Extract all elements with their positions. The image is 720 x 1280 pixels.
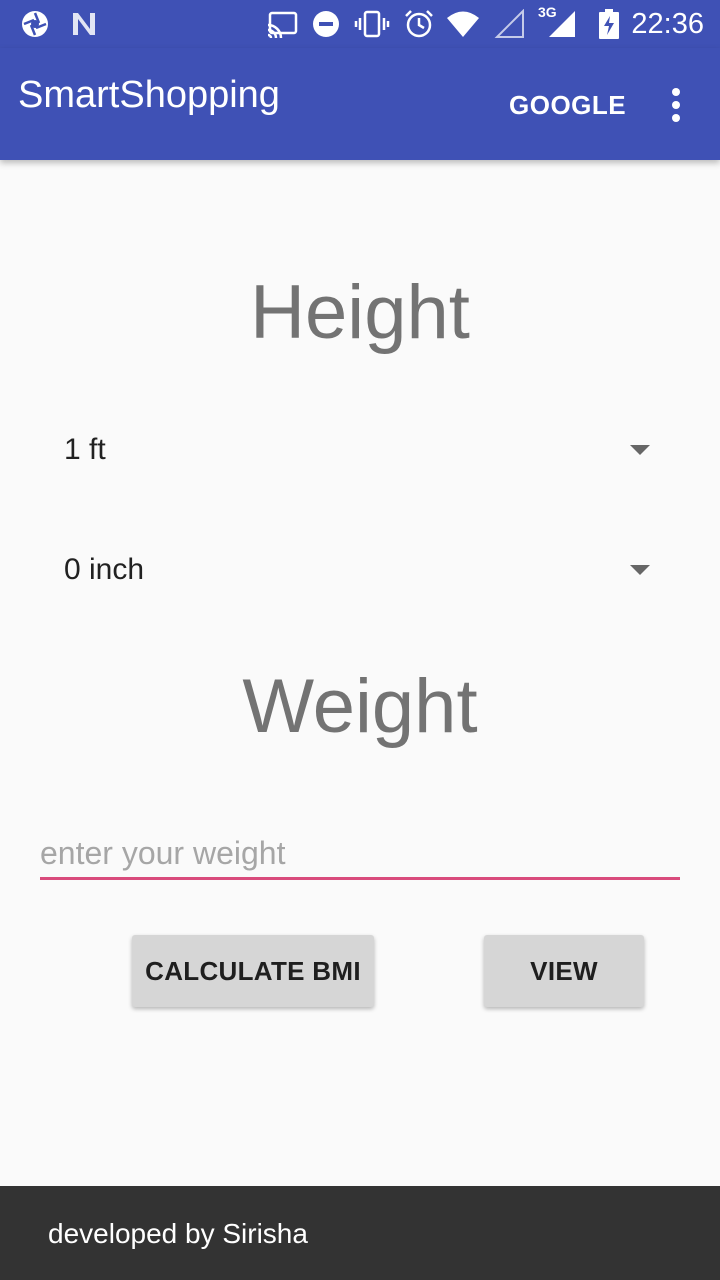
calculate-bmi-button[interactable]: CALCULATE BMI [132,935,374,1007]
aperture-icon [22,11,48,37]
footer: developed by Sirisha [0,1186,720,1280]
weight-title: Weight [242,664,478,749]
feet-spinner-value: 1 ft [64,433,106,466]
status-bar: 3G 22:36 [0,0,720,48]
status-time: 22:36 [631,8,704,40]
vibrate-icon [354,10,390,38]
weight-input[interactable] [40,830,680,880]
height-title: Height [250,270,470,355]
n-notification-icon [73,13,95,35]
view-button[interactable]: VIEW [484,935,644,1007]
inch-spinner[interactable]: 0 inch [40,530,680,610]
footer-credit: developed by Sirisha [48,1218,308,1249]
app-title: SmartShopping [18,74,280,116]
google-action-button[interactable]: GOOGLE [509,90,626,120]
signal-empty-icon [494,9,524,38]
battery-charging-icon [599,9,619,39]
dropdown-arrow-icon [630,445,650,455]
dropdown-arrow-icon [630,565,650,575]
do-not-disturb-icon [313,11,339,37]
inch-spinner-value: 0 inch [64,553,145,586]
signal-3g-icon [549,11,575,37]
cast-icon [267,11,298,39]
app-bar: SmartShopping GOOGLE [0,48,720,160]
feet-spinner[interactable]: 1 ft [40,410,680,490]
alarm-icon [405,10,433,38]
more-vert-icon[interactable] [660,86,692,124]
wifi-icon [447,11,479,37]
